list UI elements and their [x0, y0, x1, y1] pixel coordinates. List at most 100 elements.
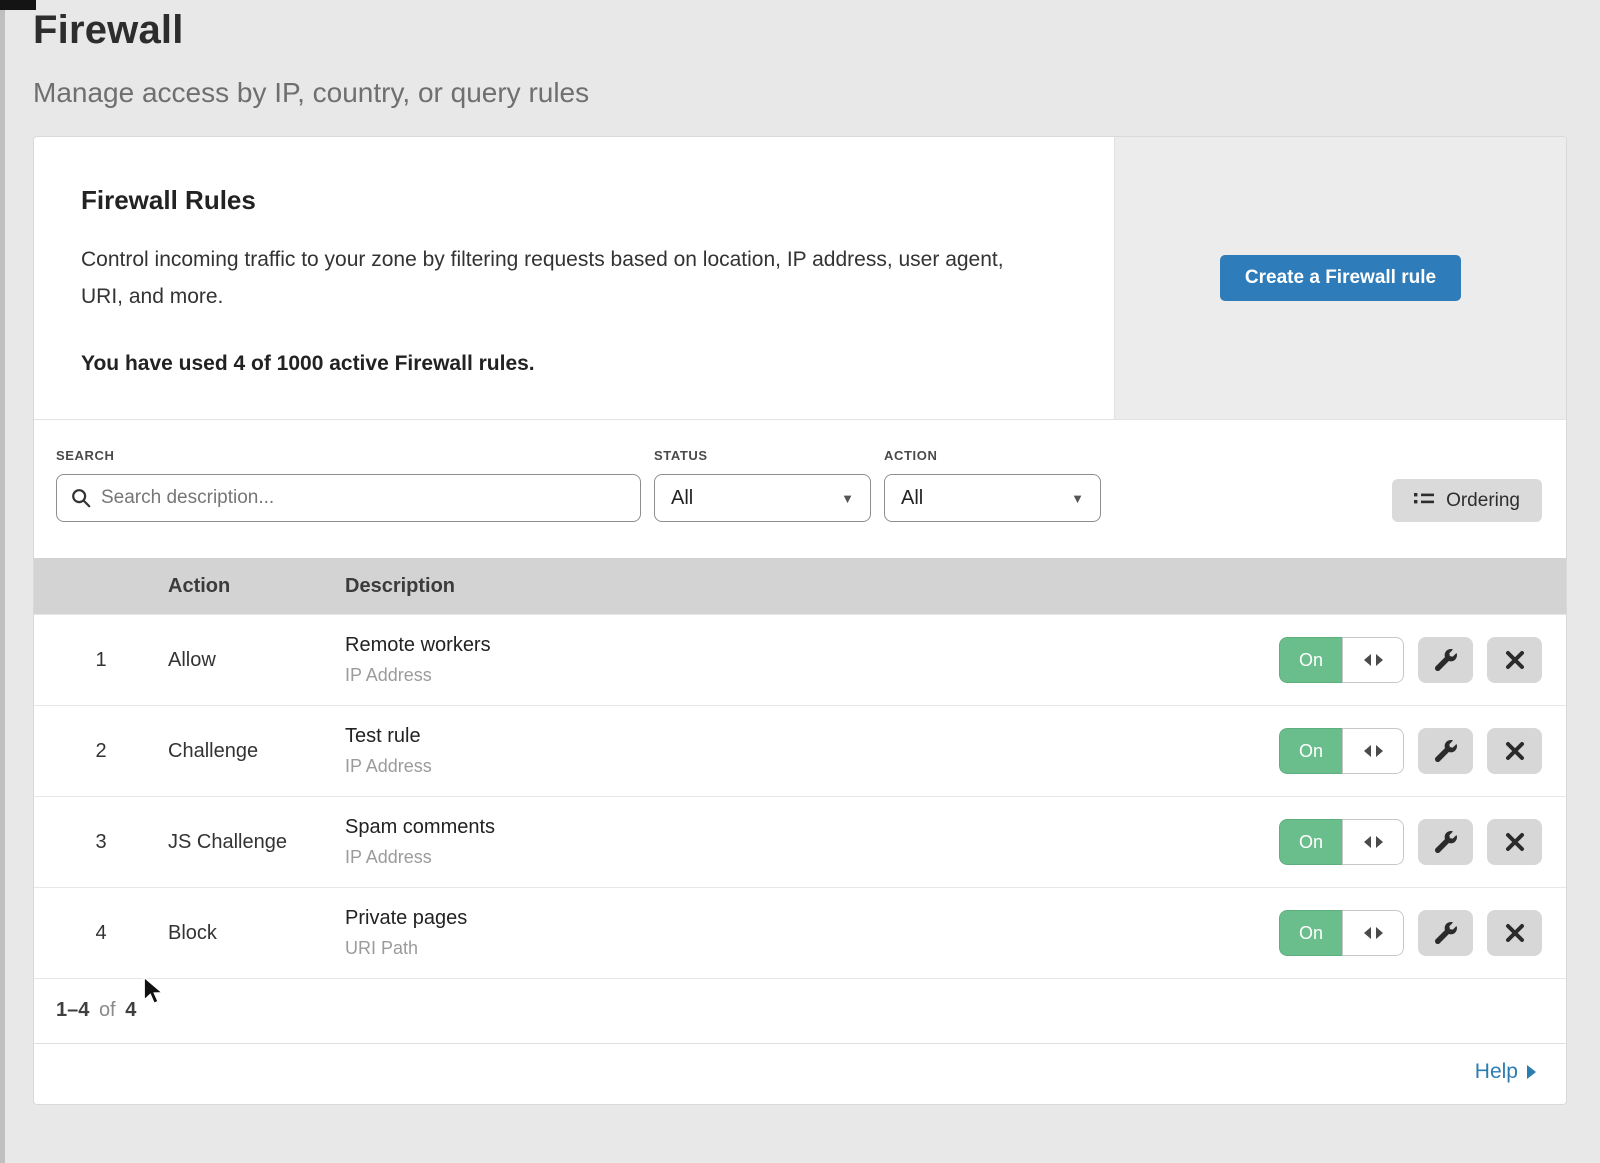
- ordering-button-label: Ordering: [1446, 490, 1520, 512]
- rule-action: Allow: [168, 649, 345, 672]
- rule-priority: 2: [34, 740, 168, 763]
- rule-enabled-toggle[interactable]: On: [1279, 819, 1404, 865]
- status-select[interactable]: All ▼: [654, 474, 871, 522]
- toggle-drag-handle[interactable]: [1342, 819, 1404, 865]
- rule-description: Spam comments: [345, 816, 1274, 839]
- wrench-icon: [1435, 649, 1457, 671]
- table-row: 2 Challenge Test rule IP Address On: [34, 705, 1566, 796]
- table-row: 3 JS Challenge Spam comments IP Address …: [34, 796, 1566, 887]
- search-input[interactable]: [56, 474, 641, 522]
- x-icon: [1505, 741, 1525, 761]
- toggle-drag-handle[interactable]: [1342, 637, 1404, 683]
- pagination-range: 1–4: [56, 999, 89, 1021]
- delete-rule-button[interactable]: [1487, 819, 1542, 865]
- rule-description: Remote workers: [345, 634, 1274, 657]
- rule-controls: On: [1274, 637, 1566, 683]
- toggle-on-segment: On: [1279, 910, 1342, 956]
- help-link[interactable]: Help: [1475, 1060, 1536, 1084]
- toggle-on-segment: On: [1279, 728, 1342, 774]
- delete-rule-button[interactable]: [1487, 910, 1542, 956]
- delete-rule-button[interactable]: [1487, 637, 1542, 683]
- pagination-bar: 1–4 of 4: [34, 978, 1566, 1043]
- arrow-left-icon: [1364, 836, 1371, 848]
- edit-rule-button[interactable]: [1418, 910, 1473, 956]
- status-label: STATUS: [654, 448, 871, 463]
- wrench-icon: [1435, 831, 1457, 853]
- rule-match-type: IP Address: [345, 756, 1274, 777]
- arrow-left-icon: [1364, 927, 1371, 939]
- action-label: ACTION: [884, 448, 1101, 463]
- action-column-header: Action: [168, 575, 345, 598]
- rule-controls: On: [1274, 910, 1566, 956]
- rule-description-cell: Remote workers IP Address: [345, 634, 1274, 686]
- delete-rule-button[interactable]: [1487, 728, 1542, 774]
- arrow-left-icon: [1364, 745, 1371, 757]
- arrow-right-icon: [1376, 745, 1383, 757]
- rule-enabled-toggle[interactable]: On: [1279, 637, 1404, 683]
- description-column-header: Description: [345, 575, 1274, 598]
- rule-action: JS Challenge: [168, 831, 345, 854]
- rule-controls: On: [1274, 728, 1566, 774]
- chevron-down-icon: ▼: [1071, 491, 1084, 506]
- rule-match-type: IP Address: [345, 847, 1274, 868]
- action-select[interactable]: All ▼: [884, 474, 1101, 522]
- rule-description: Private pages: [345, 907, 1274, 930]
- mouse-cursor: [142, 976, 168, 1006]
- rule-controls: On: [1274, 819, 1566, 865]
- arrow-right-icon: [1376, 654, 1383, 666]
- rule-priority: 3: [34, 831, 168, 854]
- intro-description: Control incoming traffic to your zone by…: [81, 242, 1031, 316]
- card-footer: Help: [34, 1043, 1566, 1104]
- toggle-drag-handle[interactable]: [1342, 728, 1404, 774]
- intro-text-block: Firewall Rules Control incoming traffic …: [34, 137, 1114, 419]
- rule-description-cell: Test rule IP Address: [345, 725, 1274, 777]
- status-selected-value: All: [671, 487, 693, 510]
- search-label: SEARCH: [56, 448, 641, 463]
- filters-bar: SEARCH STATUS All ▼ ACTION All ▼: [34, 419, 1566, 558]
- create-firewall-rule-button[interactable]: Create a Firewall rule: [1220, 255, 1461, 301]
- search-icon: [70, 487, 92, 509]
- page-title: Firewall: [33, 8, 1567, 53]
- firewall-rules-card: Firewall Rules Control incoming traffic …: [33, 136, 1567, 1105]
- page-subtitle: Manage access by IP, country, or query r…: [33, 77, 1567, 109]
- action-selected-value: All: [901, 487, 923, 510]
- rule-priority: 1: [34, 649, 168, 672]
- search-filter-group: SEARCH: [56, 448, 641, 522]
- rule-description-cell: Private pages URI Path: [345, 907, 1274, 959]
- wrench-icon: [1435, 922, 1457, 944]
- rule-match-type: URI Path: [345, 938, 1274, 959]
- create-rule-panel: Create a Firewall rule: [1114, 137, 1566, 419]
- table-row: 4 Block Private pages URI Path On: [34, 887, 1566, 978]
- chevron-down-icon: ▼: [841, 491, 854, 506]
- ordering-button[interactable]: Ordering: [1392, 479, 1542, 522]
- table-header-row: Action Description: [34, 558, 1566, 614]
- pagination-of-label: of: [95, 999, 120, 1021]
- x-icon: [1505, 832, 1525, 852]
- pagination-total: 4: [125, 999, 136, 1021]
- screen-corner-artifact: [0, 0, 36, 10]
- page-header: Firewall Manage access by IP, country, o…: [0, 0, 1600, 109]
- screen-edge-shade: [0, 0, 5, 1163]
- arrow-right-icon: [1376, 927, 1383, 939]
- toggle-on-segment: On: [1279, 637, 1342, 683]
- edit-rule-button[interactable]: [1418, 728, 1473, 774]
- rule-description: Test rule: [345, 725, 1274, 748]
- toggle-drag-handle[interactable]: [1342, 910, 1404, 956]
- help-arrow-icon: [1527, 1065, 1536, 1079]
- wrench-icon: [1435, 740, 1457, 762]
- search-field-wrap: [56, 474, 641, 522]
- edit-rule-button[interactable]: [1418, 819, 1473, 865]
- rule-enabled-toggle[interactable]: On: [1279, 910, 1404, 956]
- rule-match-type: IP Address: [345, 665, 1274, 686]
- rule-action: Challenge: [168, 740, 345, 763]
- rule-enabled-toggle[interactable]: On: [1279, 728, 1404, 774]
- arrow-left-icon: [1364, 654, 1371, 666]
- x-icon: [1505, 650, 1525, 670]
- x-icon: [1505, 923, 1525, 943]
- edit-rule-button[interactable]: [1418, 637, 1473, 683]
- rule-priority: 4: [34, 922, 168, 945]
- action-filter-group: ACTION All ▼: [884, 448, 1101, 522]
- usage-summary: You have used 4 of 1000 active Firewall …: [81, 352, 1044, 376]
- toggle-on-segment: On: [1279, 819, 1342, 865]
- status-filter-group: STATUS All ▼: [654, 448, 871, 522]
